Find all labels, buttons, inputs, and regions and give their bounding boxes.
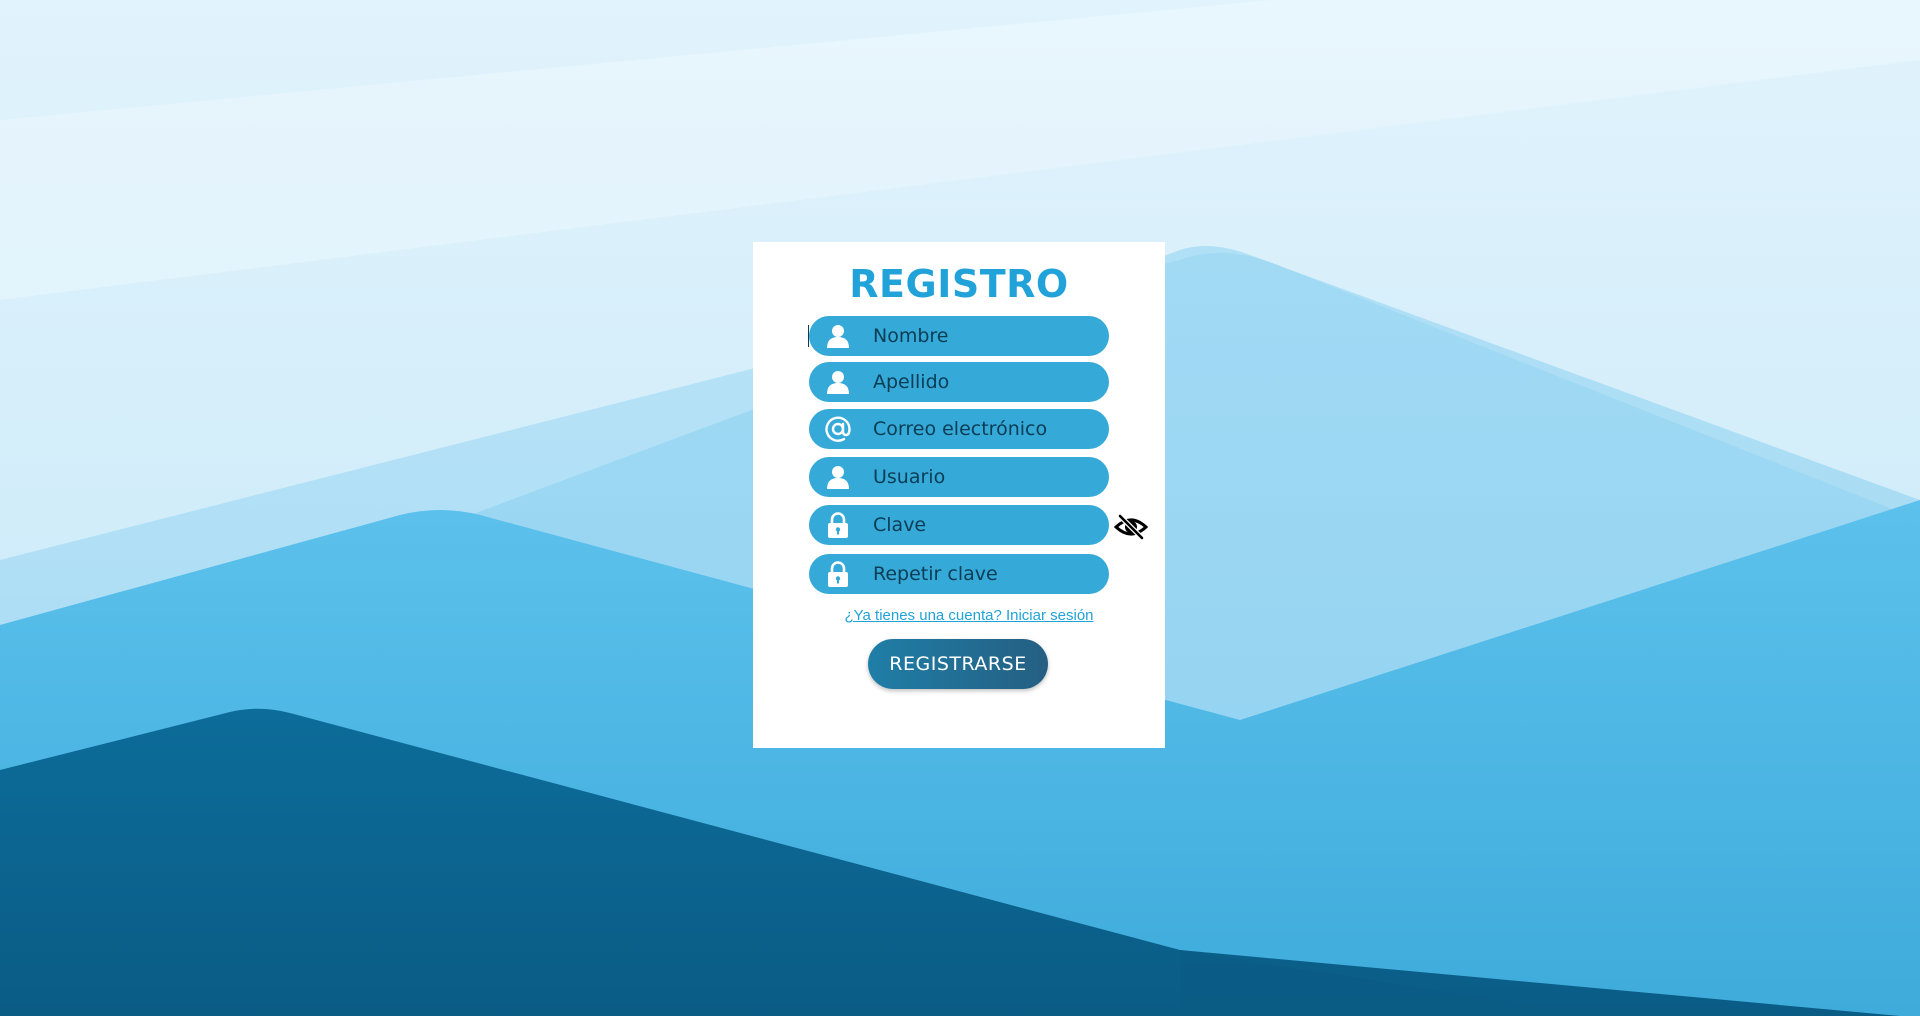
eye-slash-icon[interactable] bbox=[1113, 512, 1149, 542]
first-name-input[interactable] bbox=[867, 316, 1116, 356]
lock-icon bbox=[809, 554, 867, 594]
password-field[interactable] bbox=[809, 505, 1116, 545]
user-icon bbox=[809, 316, 867, 356]
repeat-password-input[interactable] bbox=[867, 554, 1116, 594]
register-card: REGISTRO ¿Ya tienes una bbox=[753, 242, 1165, 748]
repeat-password-field[interactable] bbox=[809, 554, 1116, 594]
at-icon bbox=[809, 409, 867, 449]
password-input[interactable] bbox=[867, 505, 1116, 545]
user-icon bbox=[809, 362, 867, 402]
first-name-field[interactable] bbox=[809, 316, 1116, 356]
last-name-input[interactable] bbox=[867, 362, 1116, 402]
login-link[interactable]: ¿Ya tienes una cuenta? Iniciar sesión bbox=[753, 607, 1165, 624]
page-title: REGISTRO bbox=[849, 262, 1069, 306]
lock-icon bbox=[809, 505, 867, 545]
email-field[interactable] bbox=[809, 409, 1116, 449]
user-icon bbox=[809, 457, 867, 497]
email-input[interactable] bbox=[867, 409, 1116, 449]
username-input[interactable] bbox=[867, 457, 1116, 497]
last-name-field[interactable] bbox=[809, 362, 1116, 402]
register-button[interactable]: REGISTRARSE bbox=[868, 639, 1048, 689]
text-cursor bbox=[808, 325, 809, 347]
username-field[interactable] bbox=[809, 457, 1116, 497]
